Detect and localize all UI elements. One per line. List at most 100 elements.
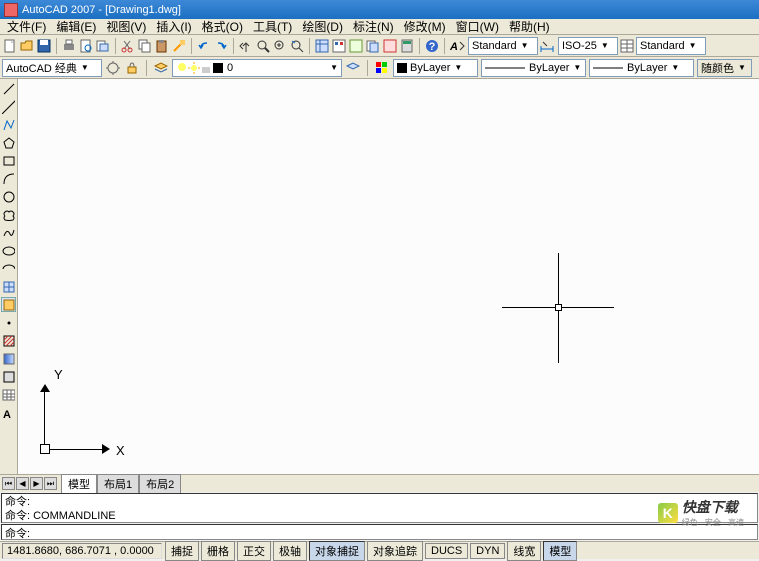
layer-dropdown[interactable]: 0▼ (172, 59, 342, 77)
tab-layout1[interactable]: 布局1 (97, 474, 139, 493)
workspace-dropdown[interactable]: AutoCAD 经典▼ (2, 59, 102, 77)
tab-first-icon[interactable]: ⏮ (2, 477, 15, 490)
tab-model[interactable]: 模型 (61, 474, 97, 493)
lwt-toggle[interactable]: 线宽 (507, 541, 541, 561)
command-window[interactable]: 命令: 命令: COMMANDLINE (1, 493, 758, 523)
insert-tool-icon[interactable] (1, 279, 16, 294)
toolpalette-icon[interactable] (348, 38, 364, 54)
point-tool-icon[interactable] (1, 315, 16, 330)
menu-modify[interactable]: 修改(M) (399, 18, 451, 35)
menu-edit[interactable]: 编辑(E) (51, 18, 101, 35)
tab-prev-icon[interactable]: ◀ (16, 477, 29, 490)
layer-manager-icon[interactable] (153, 60, 169, 76)
redo-icon[interactable] (213, 38, 229, 54)
help-icon[interactable]: ? (424, 38, 440, 54)
menubar: 文件(F) 编辑(E) 视图(V) 插入(I) 格式(O) 工具(T) 绘图(D… (0, 19, 759, 35)
zoom-realtime-icon[interactable] (255, 38, 271, 54)
otrack-toggle[interactable]: 对象追踪 (367, 541, 423, 561)
properties-toolbar: AutoCAD 经典▼ 0▼ ByLayer▼ ByLayer▼ ByLayer… (0, 57, 759, 79)
layer-value: 0 (227, 62, 326, 74)
rectangle-tool-icon[interactable] (1, 153, 16, 168)
copy-icon[interactable] (137, 38, 153, 54)
publish-icon[interactable] (95, 38, 111, 54)
tab-next-icon[interactable]: ▶ (30, 477, 43, 490)
zoom-prev-icon[interactable] (289, 38, 305, 54)
matchprop-icon[interactable] (171, 38, 187, 54)
tab-layout2[interactable]: 布局2 (139, 474, 181, 493)
menu-help[interactable]: 帮助(H) (504, 18, 555, 35)
xline-tool-icon[interactable] (1, 99, 16, 114)
workspace-lock-icon[interactable] (124, 60, 140, 76)
coordinates[interactable]: 1481.8680, 686.7071 , 0.0000 (2, 543, 162, 559)
menu-insert[interactable]: 插入(I) (151, 18, 196, 35)
circle-tool-icon[interactable] (1, 189, 16, 204)
zoom-window-icon[interactable] (272, 38, 288, 54)
drawing-area[interactable]: Y X (18, 79, 759, 474)
plotstyle-dropdown[interactable]: 随颜色▼ (697, 59, 752, 77)
grid-toggle[interactable]: 栅格 (201, 541, 235, 561)
model-toggle[interactable]: 模型 (543, 541, 577, 561)
dimstyle-btn-icon[interactable] (539, 38, 557, 54)
dyn-toggle[interactable]: DYN (470, 543, 505, 559)
save-icon[interactable] (36, 38, 52, 54)
line-tool-icon[interactable] (1, 81, 16, 96)
markup-icon[interactable] (382, 38, 398, 54)
ortho-toggle[interactable]: 正交 (237, 541, 271, 561)
calc-icon[interactable] (399, 38, 415, 54)
watermark-logo-icon: K (658, 503, 678, 523)
preview-icon[interactable] (78, 38, 94, 54)
workspace-value: AutoCAD 经典 (6, 60, 77, 76)
ellipsearc-tool-icon[interactable] (1, 261, 16, 276)
print-icon[interactable] (61, 38, 77, 54)
cut-icon[interactable] (120, 38, 136, 54)
lineweight-dropdown[interactable]: ByLayer▼ (589, 59, 694, 77)
revcloud-tool-icon[interactable] (1, 207, 16, 222)
block-tool-icon[interactable] (1, 297, 16, 312)
command-input[interactable]: 命令: (1, 524, 758, 540)
polyline-tool-icon[interactable] (1, 117, 16, 132)
ducs-toggle[interactable]: DUCS (425, 543, 468, 559)
color-btn-icon[interactable] (374, 60, 390, 76)
watermark-sub: 绿色 · 安全 · 高速 (682, 517, 744, 528)
pan-icon[interactable] (238, 38, 254, 54)
tablestyle-btn-icon[interactable] (619, 38, 635, 54)
menu-window[interactable]: 窗口(W) (451, 18, 504, 35)
menu-draw[interactable]: 绘图(D) (297, 18, 348, 35)
osnap-toggle[interactable]: 对象捕捉 (309, 541, 365, 561)
ellipse-tool-icon[interactable] (1, 243, 16, 258)
region-tool-icon[interactable] (1, 369, 16, 384)
open-icon[interactable] (19, 38, 35, 54)
menu-view[interactable]: 视图(V) (101, 18, 151, 35)
tab-last-icon[interactable]: ⏭ (44, 477, 57, 490)
textstyle-btn-icon[interactable]: A (449, 38, 467, 54)
menu-file[interactable]: 文件(F) (2, 18, 51, 35)
ucs-x-label: X (116, 443, 125, 458)
spline-tool-icon[interactable] (1, 225, 16, 240)
gradient-tool-icon[interactable] (1, 351, 16, 366)
linetype-dropdown[interactable]: ByLayer▼ (481, 59, 586, 77)
paste-icon[interactable] (154, 38, 170, 54)
workspace-settings-icon[interactable] (105, 60, 121, 76)
hatch-tool-icon[interactable] (1, 333, 16, 348)
properties-icon[interactable] (314, 38, 330, 54)
text-tool-icon[interactable]: A (1, 405, 16, 420)
tablestyle-dropdown[interactable]: Standard▼ (636, 37, 706, 55)
menu-format[interactable]: 格式(O) (197, 18, 248, 35)
color-dropdown[interactable]: ByLayer▼ (393, 59, 478, 77)
snap-toggle[interactable]: 捕捉 (165, 541, 199, 561)
polygon-tool-icon[interactable] (1, 135, 16, 150)
arc-tool-icon[interactable] (1, 171, 16, 186)
polar-toggle[interactable]: 极轴 (273, 541, 307, 561)
sheetset-icon[interactable] (365, 38, 381, 54)
menu-dim[interactable]: 标注(N) (348, 18, 399, 35)
designcenter-icon[interactable] (331, 38, 347, 54)
table-tool-icon[interactable] (1, 387, 16, 402)
menu-tools[interactable]: 工具(T) (248, 18, 297, 35)
layer-prev-icon[interactable] (345, 60, 361, 76)
undo-icon[interactable] (196, 38, 212, 54)
cmd-history-1: 命令: (5, 495, 754, 509)
new-icon[interactable] (2, 38, 18, 54)
textstyle-dropdown[interactable]: Standard▼ (468, 37, 538, 55)
dimstyle-dropdown[interactable]: ISO-25▼ (558, 37, 618, 55)
textstyle-value: Standard (472, 40, 517, 52)
